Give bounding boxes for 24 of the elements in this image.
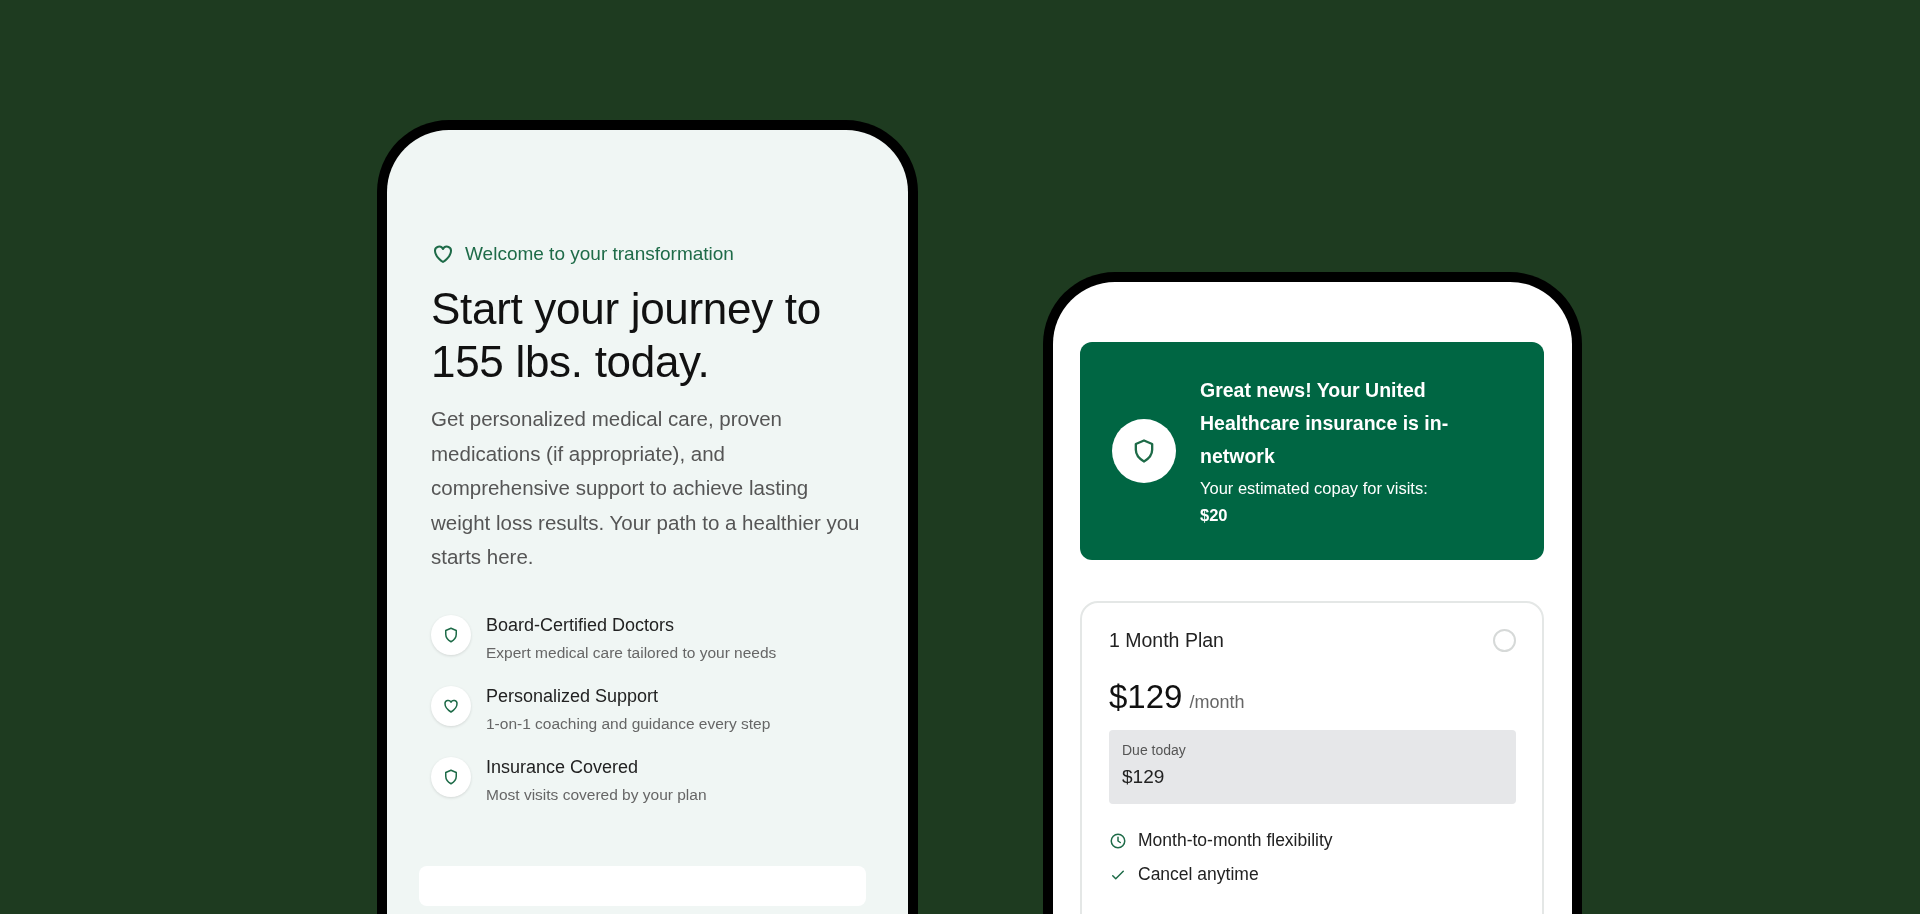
headline: Start your journey to 155 lbs. today. xyxy=(431,283,822,388)
plan-name: 1 Month Plan xyxy=(1109,629,1224,652)
clock-icon xyxy=(1109,831,1127,850)
welcome-label: Welcome to your transformation xyxy=(465,243,734,265)
copay-label: Your estimated copay for visits: xyxy=(1200,477,1429,499)
intro-paragraph: Get personalized medical care, proven medications (if appropriate), and comprehensive support to achieve lasting weight loss results. Your path to a healthier you starts here. xyxy=(431,406,861,570)
feature-description: Expert medical care tailored to your needs xyxy=(486,643,777,662)
feature-title: Board-Certified Doctors xyxy=(486,614,676,636)
plan-price: $129 xyxy=(1109,678,1183,716)
shield-icon xyxy=(442,767,460,786)
due-amount: $129 xyxy=(1122,766,1166,788)
due-label: Due today xyxy=(1122,742,1187,758)
feature-title: Personalized Support xyxy=(486,685,660,707)
feature-description: 1-on-1 coaching and guidance every step xyxy=(486,714,771,733)
perk-label: Month-to-month flexibility xyxy=(1138,830,1333,851)
perk-label: Cancel anytime xyxy=(1138,864,1259,885)
feature-title: Insurance Covered xyxy=(486,756,640,778)
price-period: /month xyxy=(1189,692,1245,713)
copay-amount: $20 xyxy=(1200,504,1229,526)
feature-description: Most visits covered by your plan xyxy=(486,785,707,804)
plan-card[interactable]: 1 Month Plan $129 /month Due today $129 Month-to-month flexibility Cancel anytime xyxy=(1080,601,1544,914)
shield-icon xyxy=(442,625,460,644)
banner-title: Great news! Your United Healthcare insurance is in-network xyxy=(1200,377,1450,469)
radio-button[interactable] xyxy=(1493,629,1516,652)
